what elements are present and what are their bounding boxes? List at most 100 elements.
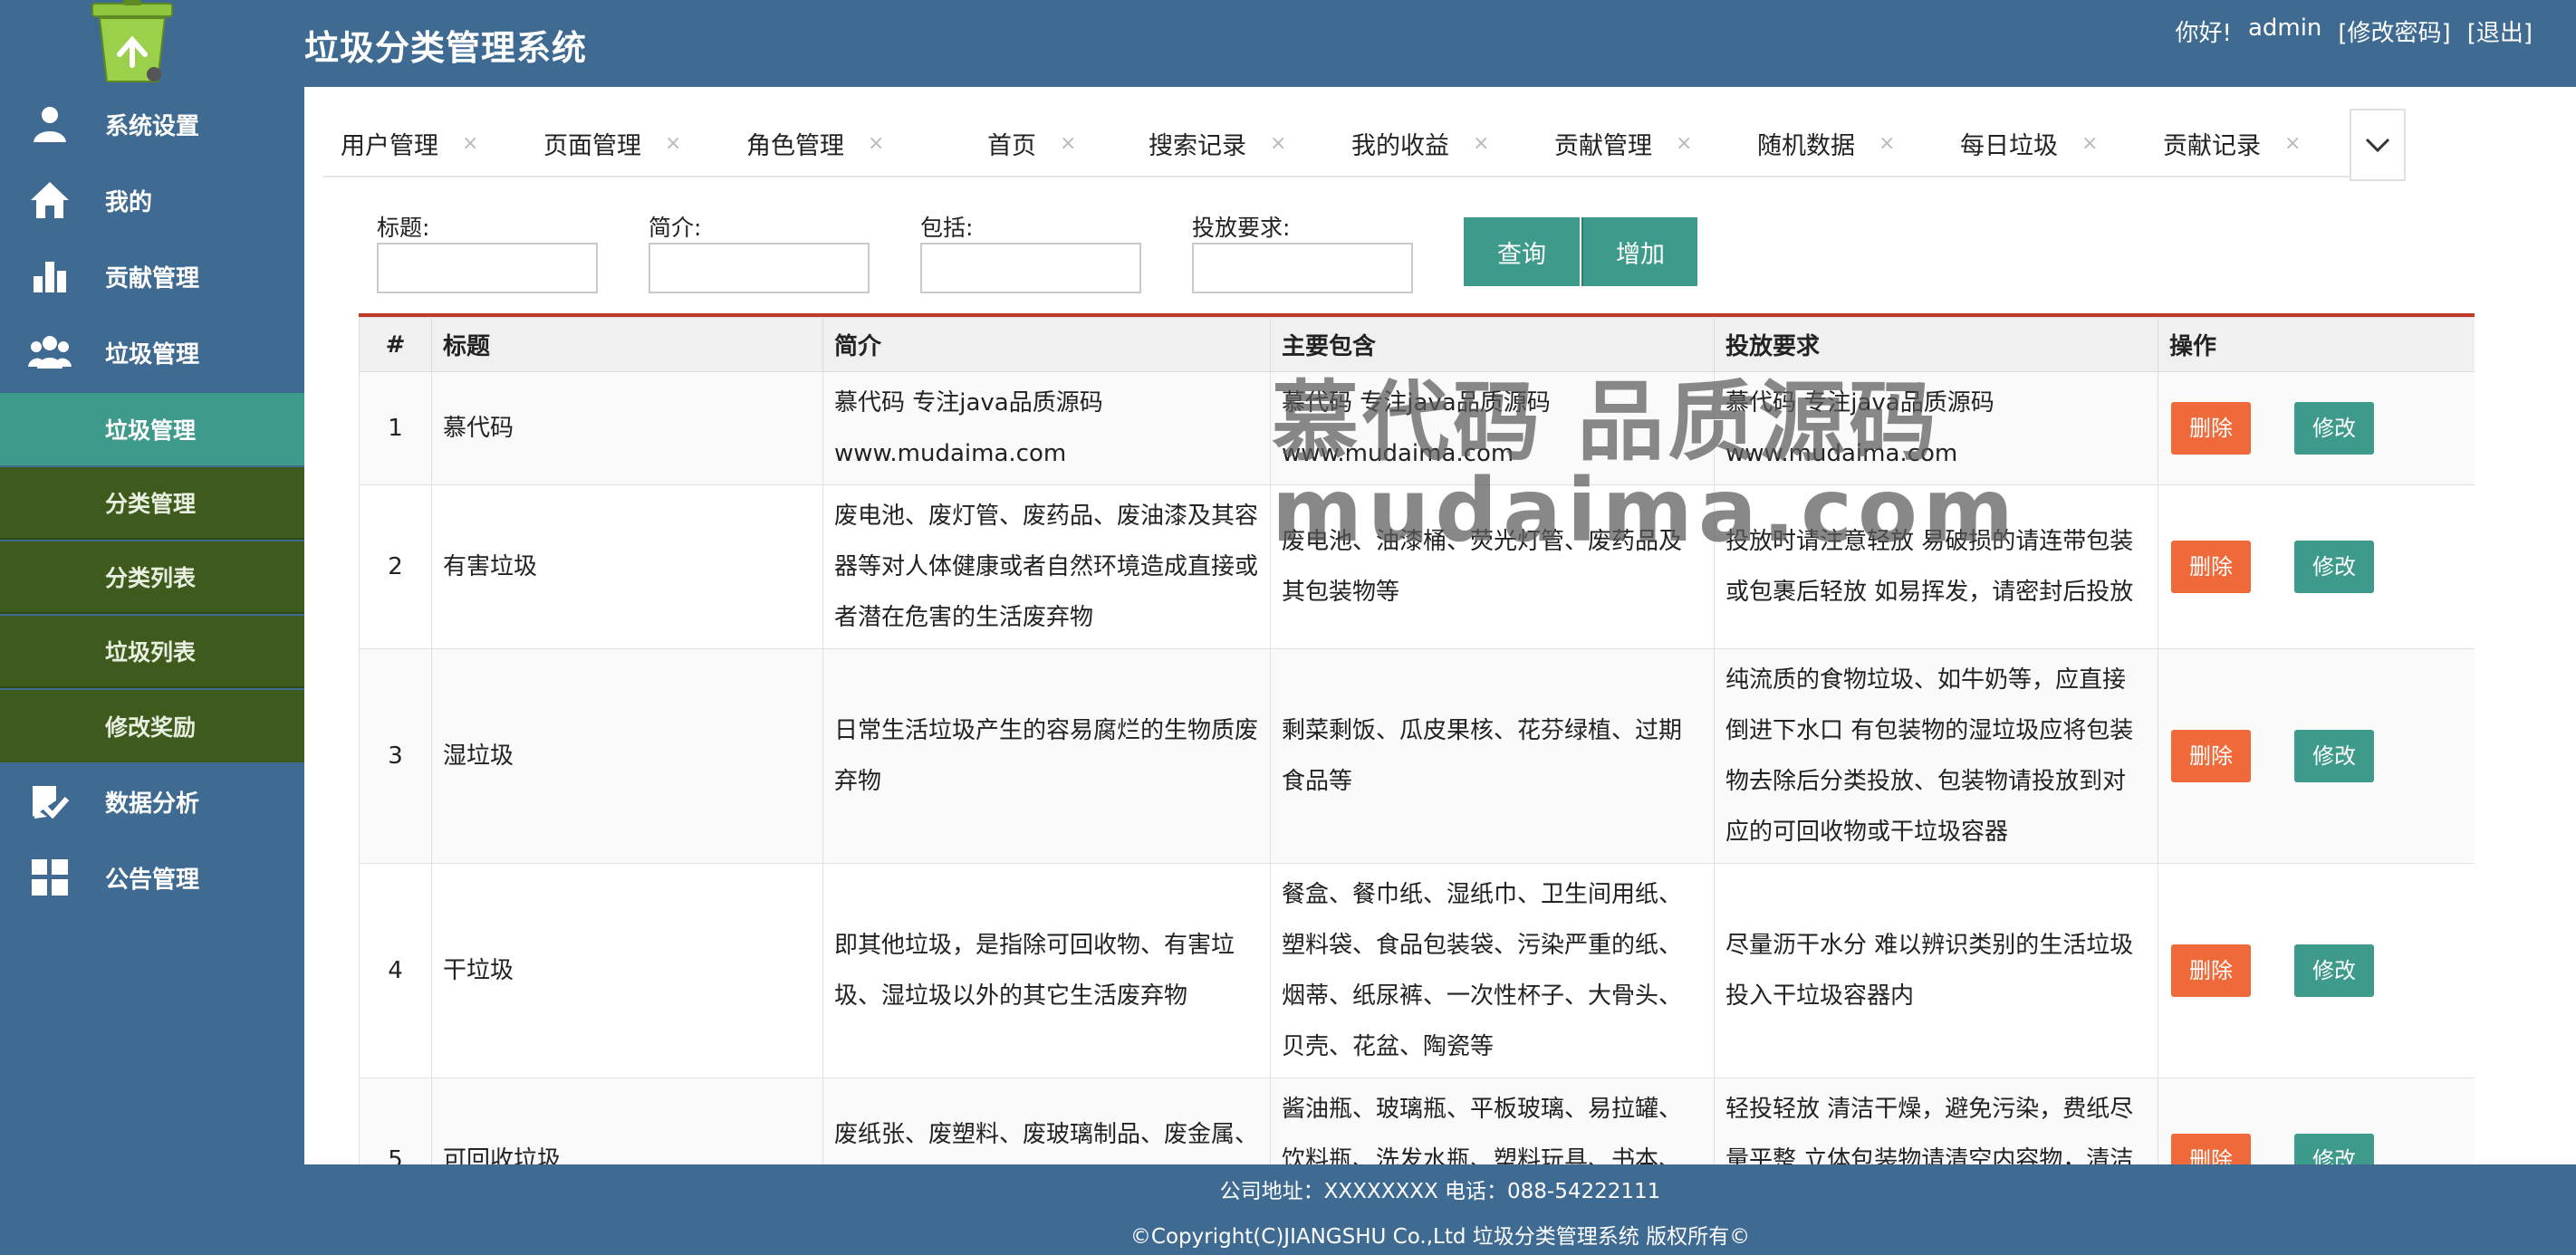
edit-button[interactable]: 修改 <box>2294 944 2374 997</box>
submenu-item-edit-reward[interactable]: 修改奖励 <box>0 690 304 762</box>
row-contains: 餐盒、餐巾纸、湿纸巾、卫生间用纸、塑料袋、食品包装袋、污染严重的纸、烟蒂、纸尿裤… <box>1270 863 1715 1078</box>
table-row: 5 可回收垃圾 废纸张、废塑料、废玻璃制品、废金属、废织物等适宜回收、可循环利用… <box>359 1078 2475 1164</box>
close-icon[interactable]: × <box>462 132 478 155</box>
close-icon[interactable]: × <box>665 132 681 155</box>
tab-user-manage[interactable]: 用户管理 × <box>341 109 478 177</box>
sidebar-item-data-analysis[interactable]: 数据分析 <box>0 764 304 838</box>
row-number: 5 <box>359 1078 432 1164</box>
logout-link[interactable]: [退出] <box>2467 14 2533 48</box>
submenu-item-garbage-manage[interactable]: 垃圾管理 <box>0 393 304 465</box>
include-input[interactable] <box>920 243 1141 293</box>
sidebar-item-garbage[interactable]: 垃圾管理 <box>0 315 304 389</box>
close-icon[interactable]: × <box>2284 132 2301 155</box>
delete-button[interactable]: 删除 <box>2171 1134 2251 1164</box>
bar-chart-icon <box>27 254 72 299</box>
tab-bar: 用户管理 × 页面管理 × 角色管理 × 首页 × 搜索记录 × 我的收益 × 贡献管理 × … <box>322 109 2406 177</box>
row-title: 慕代码 <box>431 371 823 485</box>
tab-contribution-records[interactable]: 贡献记录 × <box>2163 109 2301 177</box>
edit-button[interactable]: 修改 <box>2294 730 2374 782</box>
sidebar-item-contribution[interactable]: 贡献管理 <box>0 239 304 313</box>
submenu-item-label: 垃圾列表 <box>105 639 197 666</box>
submenu-item-label: 修改奖励 <box>105 714 197 741</box>
row-requirement: 轻投轻放 清洁干燥，避免污染，费纸尽量平整 立体包装物请清空内容物，清洁后压扁投… <box>1714 1078 2158 1164</box>
edit-button[interactable]: 修改 <box>2294 1134 2374 1164</box>
footer-copyright: ©Copyright(C)JIANGSHU Co.,Ltd 垃圾分类管理系统 版… <box>1129 1225 1751 1249</box>
sidebar-item-announcement[interactable]: 公告管理 <box>0 840 304 915</box>
table-row: 1 慕代码 慕代码 专注java品质源码 www.mudaima.com 慕代码… <box>359 371 2475 485</box>
edit-button[interactable]: 修改 <box>2294 402 2374 455</box>
tab-label: 每日垃圾 <box>1960 131 2058 160</box>
close-icon[interactable]: × <box>2081 132 2098 155</box>
requirement-input[interactable] <box>1192 243 1413 293</box>
tab-label: 搜索记录 <box>1149 131 1246 160</box>
tab-daily-garbage[interactable]: 每日垃圾 × <box>1960 109 2098 177</box>
row-number: 4 <box>359 863 432 1078</box>
column-header: 投放要求 <box>1714 317 2158 372</box>
close-icon[interactable]: × <box>1270 132 1286 155</box>
sidebar-item-label: 我的 <box>105 188 153 216</box>
submenu-item-label: 分类管理 <box>105 491 197 517</box>
footer: 公司地址：XXXXXXXX 电话：088-54222111 ©Copyright… <box>304 1164 2576 1255</box>
row-title: 可回收垃圾 <box>431 1078 823 1164</box>
change-password-link[interactable]: [修改密码] <box>2338 14 2450 48</box>
edit-button[interactable]: 修改 <box>2294 541 2374 593</box>
requirement-label: 投放要求: <box>1192 215 1291 241</box>
row-intro: 废纸张、废塑料、废玻璃制品、废金属、废织物等适宜回收、可循环利用 <box>822 1078 1271 1164</box>
submenu-item-label: 垃圾管理 <box>105 417 197 444</box>
close-icon[interactable]: × <box>1676 132 1692 155</box>
tab-label: 随机数据 <box>1757 131 1855 160</box>
tab-search-records[interactable]: 搜索记录 × <box>1149 109 1286 177</box>
tab-label: 用户管理 <box>341 131 438 160</box>
tab-contribution-manage[interactable]: 贡献管理 × <box>1554 109 1692 177</box>
tab-home[interactable]: 首页 × <box>987 109 1076 177</box>
table-row: 2 有害垃圾 废电池、废灯管、废药品、废油漆及其容器等对人体健康或者自然环境造成… <box>359 484 2475 649</box>
submenu-item-label: 分类列表 <box>105 565 197 591</box>
row-requirement: 纯流质的食物垃圾、如牛奶等，应直接倒进下水口 有包装物的湿垃圾应将包装物去除后分… <box>1714 648 2158 864</box>
title-input[interactable] <box>377 243 598 293</box>
submenu-item-garbage-list[interactable]: 垃圾列表 <box>0 616 304 688</box>
row-number: 2 <box>359 484 432 649</box>
submenu-item-category-manage[interactable]: 分类管理 <box>0 467 304 540</box>
sidebar-item-label: 公告管理 <box>105 866 200 894</box>
row-actions: 删除 修改 <box>2158 484 2475 649</box>
query-button[interactable]: 查询 <box>1464 217 1580 286</box>
group-icon <box>27 330 72 375</box>
sidebar-item-mine[interactable]: 我的 <box>0 163 304 237</box>
table-row: 3 湿垃圾 日常生活垃圾产生的容易腐烂的生物质废弃物 剩菜剩饭、瓜皮果核、花芬绿… <box>359 648 2475 864</box>
tab-role-manage[interactable]: 角色管理 × <box>746 109 884 177</box>
close-icon[interactable]: × <box>1060 132 1076 155</box>
sidebar-item-system-settings[interactable]: 系统设置 <box>0 87 304 161</box>
submenu-item-category-list[interactable]: 分类列表 <box>0 541 304 614</box>
tab-random-data[interactable]: 随机数据 × <box>1757 109 1895 177</box>
tab-more-button[interactable] <box>2350 109 2406 181</box>
tab-my-earnings[interactable]: 我的收益 × <box>1351 109 1489 177</box>
tab-label: 角色管理 <box>746 131 844 160</box>
sidebar: 系统设置 我的 贡献管理 垃圾管理 垃圾管理 分类管理 分类列表 垃圾列表 修改… <box>0 0 304 1255</box>
row-actions: 删除 修改 <box>2158 648 2475 864</box>
intro-input[interactable] <box>649 243 870 293</box>
tab-label: 首页 <box>987 131 1036 160</box>
tab-page-manage[interactable]: 页面管理 × <box>543 109 681 177</box>
app-title: 垃圾分类管理系统 <box>304 28 588 68</box>
intro-label: 简介: <box>649 215 702 241</box>
close-icon[interactable]: × <box>1473 132 1489 155</box>
delete-button[interactable]: 删除 <box>2171 402 2251 455</box>
delete-button[interactable]: 删除 <box>2171 541 2251 593</box>
column-header: 操作 <box>2158 317 2475 372</box>
delete-button[interactable]: 删除 <box>2171 944 2251 997</box>
add-button[interactable]: 增加 <box>1581 217 1697 286</box>
row-contains: 慕代码 专注java品质源码 www.mudaima.com <box>1270 371 1715 485</box>
delete-button[interactable]: 删除 <box>2171 730 2251 782</box>
row-contains: 废电池、油漆桶、荧光灯管、废药品及其包装物等 <box>1270 484 1715 649</box>
close-icon[interactable]: × <box>868 132 884 155</box>
close-icon[interactable]: × <box>1879 132 1895 155</box>
sidebar-item-label: 系统设置 <box>105 112 200 140</box>
tab-label: 页面管理 <box>543 131 641 160</box>
table-header-row: # 标题 简介 主要包含 投放要求 操作 <box>359 317 2475 372</box>
row-requirement: 尽量沥干水分 难以辨识类别的生活垃圾投入干垃圾容器内 <box>1714 863 2158 1078</box>
column-header: # <box>359 317 432 372</box>
user-area: 你好! admin [修改密码] [退出] <box>2176 14 2533 48</box>
row-number: 1 <box>359 371 432 485</box>
tab-label: 贡献记录 <box>2163 131 2261 160</box>
row-actions: 删除 修改 <box>2158 863 2475 1078</box>
